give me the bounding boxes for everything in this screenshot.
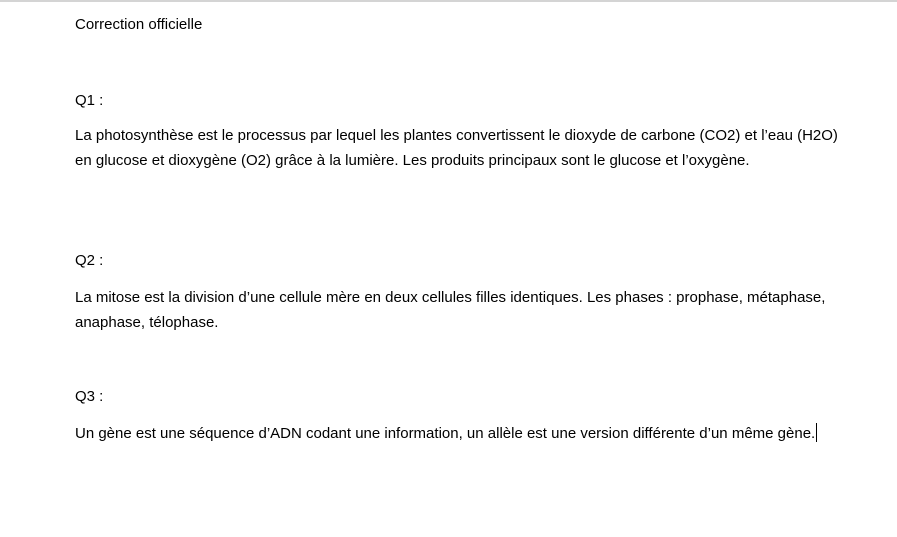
question-3-label: Q3 : bbox=[75, 388, 104, 405]
question-1-answer: La photosynthèse est le processus par le… bbox=[75, 123, 840, 173]
question-2-answer-text: La mitose est la division d’une cellule … bbox=[75, 289, 826, 331]
question-2-label: Q2 : bbox=[75, 252, 104, 269]
window-top-border bbox=[0, 0, 897, 2]
question-3-answer: Un gène est une séquence d’ADN codant un… bbox=[75, 421, 840, 446]
question-2-answer: La mitose est la division d’une cellule … bbox=[75, 285, 840, 335]
document-title: Correction officielle bbox=[75, 16, 203, 33]
question-1-label: Q1 : bbox=[75, 92, 104, 109]
question-1-answer-text: La photosynthèse est le processus par le… bbox=[75, 127, 838, 169]
text-cursor bbox=[816, 423, 818, 442]
question-3-answer-text: Un gène est une séquence d’ADN codant un… bbox=[75, 425, 816, 442]
